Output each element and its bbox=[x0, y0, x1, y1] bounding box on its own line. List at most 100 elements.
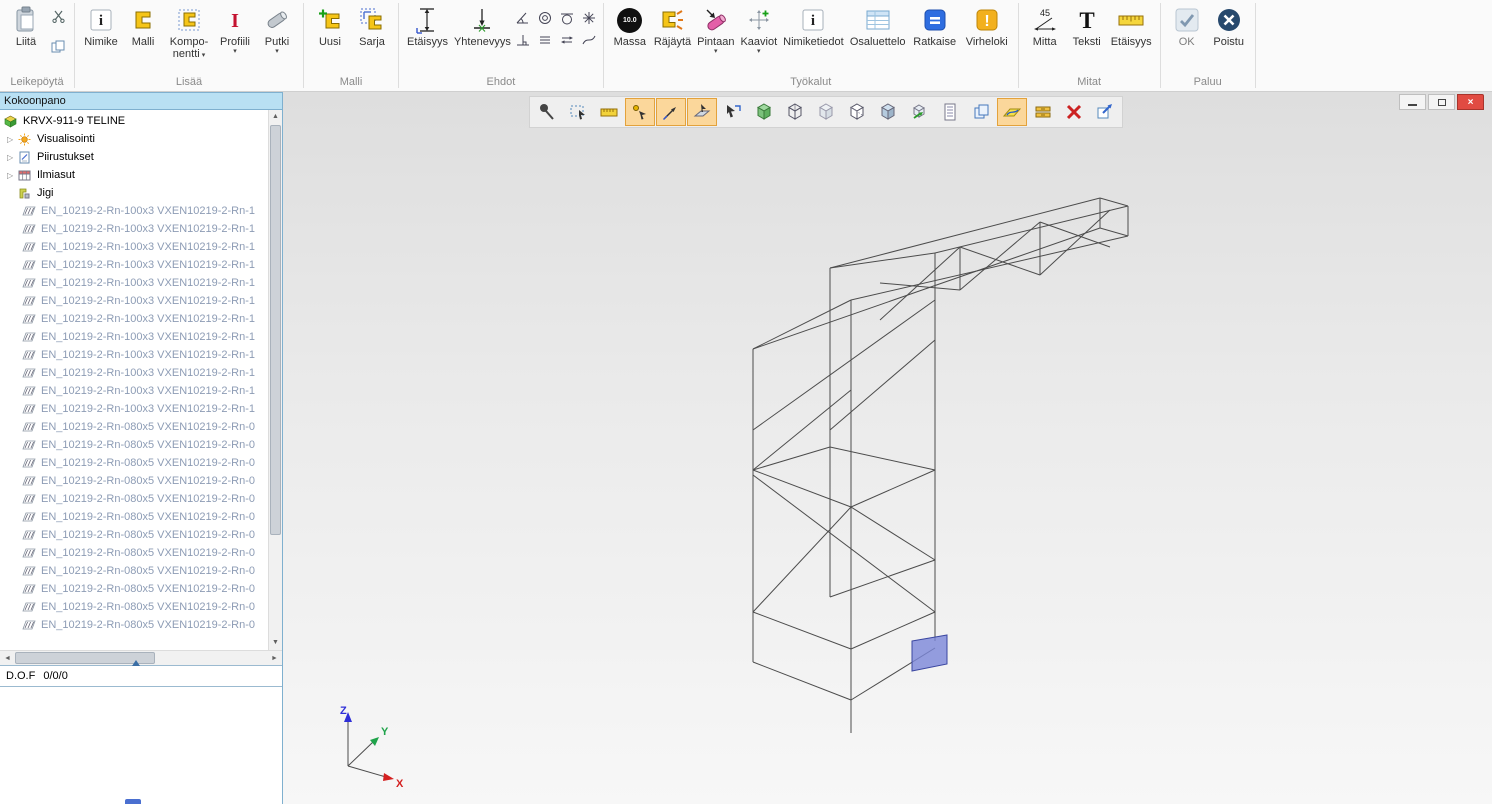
snap-point-button[interactable] bbox=[625, 98, 655, 126]
expander-icon[interactable]: ▷ bbox=[7, 153, 18, 162]
horizontal-scroll-track[interactable] bbox=[15, 651, 267, 665]
tree-item-visualisointi[interactable]: ▷ Visualisointi bbox=[0, 130, 268, 148]
tree-item-profile[interactable]: EN_10219-2-Rn-080x5 VXEN10219-2-Rn-0 bbox=[0, 580, 268, 598]
tree-item-profile[interactable]: EN_10219-2-Rn-100x3 VXEN10219-2-Rn-1 bbox=[0, 382, 268, 400]
profile-button[interactable]: I Profiili ▾ bbox=[214, 3, 256, 56]
tangent-constraint-button[interactable] bbox=[558, 9, 576, 27]
measure-button[interactable] bbox=[594, 98, 624, 126]
delete-button[interactable] bbox=[1059, 98, 1089, 126]
scroll-left-arrow[interactable]: ◄ bbox=[0, 655, 15, 662]
concentric-constraint-button[interactable] bbox=[536, 9, 554, 27]
ok-button[interactable]: OK bbox=[1166, 3, 1208, 49]
dimension-button[interactable]: 45 Mitta bbox=[1024, 3, 1066, 49]
export-view-button[interactable] bbox=[1090, 98, 1120, 126]
assembly-panel-header[interactable]: Kokoonpano bbox=[0, 92, 282, 110]
component-button[interactable]: Kompo-nentti▾ bbox=[164, 3, 214, 63]
scroll-right-arrow[interactable]: ► bbox=[267, 655, 282, 662]
vertical-scroll-track[interactable] bbox=[269, 124, 282, 636]
splitter-marker[interactable] bbox=[132, 660, 140, 666]
tree-item-profile[interactable]: EN_10219-2-Rn-100x3 VXEN10219-2-Rn-1 bbox=[0, 202, 268, 220]
part-list-button[interactable]: Osaluettelo bbox=[847, 3, 909, 49]
model-insert-button[interactable]: Malli bbox=[122, 3, 164, 49]
perpendicular-constraint-button[interactable] bbox=[514, 31, 532, 49]
measure-distance-button[interactable]: Etäisyys bbox=[1108, 3, 1155, 49]
tree-item-profile[interactable]: EN_10219-2-Rn-100x3 VXEN10219-2-Rn-1 bbox=[0, 328, 268, 346]
tree-item-profile[interactable]: EN_10219-2-Rn-080x5 VXEN10219-2-Rn-0 bbox=[0, 472, 268, 490]
tree-item-profile[interactable]: EN_10219-2-Rn-080x5 VXEN10219-2-Rn-0 bbox=[0, 562, 268, 580]
tree-item-piirustukset[interactable]: ▷ Piirustukset bbox=[0, 148, 268, 166]
tree-item-profile[interactable]: EN_10219-2-Rn-080x5 VXEN10219-2-Rn-0 bbox=[0, 526, 268, 544]
equal-constraint-button[interactable] bbox=[558, 31, 576, 49]
select-entity-button[interactable] bbox=[718, 98, 748, 126]
model-viewport[interactable]: Z Y X × bbox=[283, 92, 1492, 804]
pin-button[interactable] bbox=[532, 98, 562, 126]
shaded-view-button[interactable] bbox=[873, 98, 903, 126]
minimize-button[interactable] bbox=[1399, 94, 1426, 110]
copy-button[interactable] bbox=[49, 37, 67, 55]
tree-item-profile[interactable]: EN_10219-2-Rn-100x3 VXEN10219-2-Rn-1 bbox=[0, 400, 268, 418]
scroll-up-arrow[interactable]: ▲ bbox=[269, 110, 282, 124]
collinear-constraint-button[interactable] bbox=[536, 31, 554, 49]
tree-horizontal-scrollbar[interactable]: ◄ ► bbox=[0, 650, 282, 665]
snap-face-button[interactable] bbox=[687, 98, 717, 126]
expander-icon[interactable]: ▷ bbox=[7, 135, 18, 144]
diagrams-button[interactable]: Kaaviot ▾ bbox=[737, 3, 780, 56]
restore-button[interactable] bbox=[1428, 94, 1455, 110]
tree-item-jigi[interactable]: Jigi bbox=[0, 184, 268, 202]
item-info-button[interactable]: i Nimiketiedot bbox=[780, 3, 847, 49]
tree-item-ilmiasut[interactable]: ▷ Ilmiasut bbox=[0, 166, 268, 184]
vertical-scroll-thumb[interactable] bbox=[270, 125, 281, 535]
series-button[interactable]: Sarja bbox=[351, 3, 393, 49]
tree-item-profile[interactable]: EN_10219-2-Rn-100x3 VXEN10219-2-Rn-1 bbox=[0, 220, 268, 238]
tree-item-profile[interactable]: EN_10219-2-Rn-080x5 VXEN10219-2-Rn-0 bbox=[0, 616, 268, 634]
selection-plane[interactable] bbox=[912, 635, 947, 671]
tree-item-profile[interactable]: EN_10219-2-Rn-080x5 VXEN10219-2-Rn-0 bbox=[0, 598, 268, 616]
tree-item-profile[interactable]: EN_10219-2-Rn-080x5 VXEN10219-2-Rn-0 bbox=[0, 418, 268, 436]
item-button[interactable]: i Nimike bbox=[80, 3, 122, 49]
tree-item-profile[interactable]: EN_10219-2-Rn-080x5 VXEN10219-2-Rn-0 bbox=[0, 490, 268, 508]
paste-button[interactable]: Liitä bbox=[5, 3, 47, 49]
solve-button[interactable]: Ratkaise bbox=[909, 3, 961, 49]
cut-button[interactable] bbox=[49, 7, 67, 25]
text-button[interactable]: T Teksti bbox=[1066, 3, 1108, 49]
to-surface-button[interactable]: Pintaan ▾ bbox=[694, 3, 737, 56]
tree-item-profile[interactable]: EN_10219-2-Rn-080x5 VXEN10219-2-Rn-0 bbox=[0, 454, 268, 472]
mass-button[interactable]: 10.0 Massa bbox=[609, 3, 651, 49]
close-button[interactable]: × bbox=[1457, 94, 1484, 110]
expander-icon[interactable]: ▷ bbox=[7, 171, 18, 180]
hidden-line-view-button[interactable] bbox=[842, 98, 872, 126]
coincidence-constraint-button[interactable]: Yhtenevyys bbox=[451, 3, 514, 49]
copy-view-button[interactable] bbox=[966, 98, 996, 126]
tree-item-profile[interactable]: EN_10219-2-Rn-100x3 VXEN10219-2-Rn-1 bbox=[0, 364, 268, 382]
explode-button[interactable]: Räjäytä bbox=[651, 3, 694, 49]
exit-button[interactable]: Poistu bbox=[1208, 3, 1250, 49]
zoom-extents-button[interactable] bbox=[904, 98, 934, 126]
select-area-button[interactable] bbox=[563, 98, 593, 126]
wireframe-gray-view-button[interactable] bbox=[811, 98, 841, 126]
model-viewport-svg[interactable]: Z Y X bbox=[283, 92, 1492, 804]
distance-constraint-button[interactable]: Etäisyys bbox=[404, 3, 451, 49]
snap-direction-button[interactable] bbox=[656, 98, 686, 126]
tree-vertical-scrollbar[interactable]: ▲ ▼ bbox=[268, 110, 282, 650]
tree-item-profile[interactable]: EN_10219-2-Rn-100x3 VXEN10219-2-Rn-1 bbox=[0, 346, 268, 364]
tree-item-profile[interactable]: EN_10219-2-Rn-080x5 VXEN10219-2-Rn-0 bbox=[0, 544, 268, 562]
solid-view-button[interactable] bbox=[749, 98, 779, 126]
scroll-down-arrow[interactable]: ▼ bbox=[269, 636, 282, 650]
print-button[interactable] bbox=[1028, 98, 1058, 126]
tree-item-profile[interactable]: EN_10219-2-Rn-100x3 VXEN10219-2-Rn-1 bbox=[0, 238, 268, 256]
tree-item-profile[interactable]: EN_10219-2-Rn-100x3 VXEN10219-2-Rn-1 bbox=[0, 274, 268, 292]
tree-root-item[interactable]: KRVX-911-9 TELINE bbox=[0, 112, 268, 130]
angle-constraint-button[interactable] bbox=[514, 9, 532, 27]
part-list-view-button[interactable] bbox=[935, 98, 965, 126]
new-button[interactable]: Uusi bbox=[309, 3, 351, 49]
error-log-button[interactable]: ! Virheloki bbox=[961, 3, 1013, 49]
smooth-constraint-button[interactable] bbox=[580, 31, 598, 49]
symmetry-constraint-button[interactable] bbox=[580, 9, 598, 27]
tree-item-profile[interactable]: EN_10219-2-Rn-080x5 VXEN10219-2-Rn-0 bbox=[0, 436, 268, 454]
pipe-button[interactable]: Putki ▾ bbox=[256, 3, 298, 56]
tree-item-profile[interactable]: EN_10219-2-Rn-100x3 VXEN10219-2-Rn-1 bbox=[0, 256, 268, 274]
tree-item-profile[interactable]: EN_10219-2-Rn-100x3 VXEN10219-2-Rn-1 bbox=[0, 292, 268, 310]
tree-item-profile[interactable]: EN_10219-2-Rn-080x5 VXEN10219-2-Rn-0 bbox=[0, 508, 268, 526]
tree-item-profile[interactable]: EN_10219-2-Rn-100x3 VXEN10219-2-Rn-1 bbox=[0, 310, 268, 328]
wireframe-view-button[interactable] bbox=[780, 98, 810, 126]
